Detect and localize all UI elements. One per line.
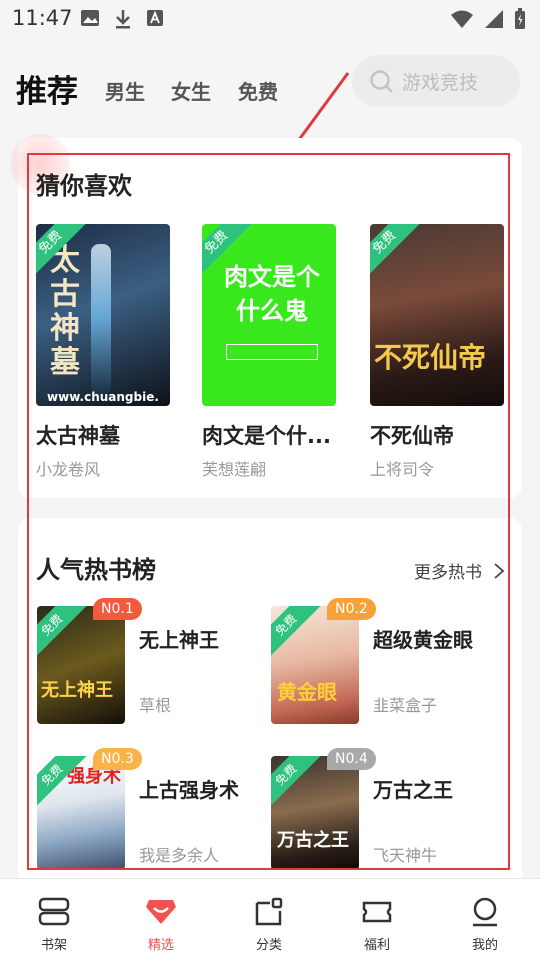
book-cover[interactable]: 黄金眼 免费	[271, 606, 359, 724]
signal-icon	[485, 10, 503, 28]
book-title: 超级黄金眼	[373, 628, 473, 652]
book-cover[interactable]: 不死仙帝 免费	[370, 224, 504, 406]
tab-recommend[interactable]: 推荐	[16, 66, 78, 111]
status-time: 11:47	[12, 6, 73, 30]
book-author: 草根	[139, 696, 172, 715]
cover-title: 万古之王	[277, 830, 349, 851]
book-cover[interactable]: 强身术 免费	[37, 756, 125, 870]
nav-welfare[interactable]: 福利	[337, 879, 417, 961]
nav-label: 分类	[255, 938, 282, 953]
more-label: 更多热书	[414, 563, 482, 583]
wifi-icon	[451, 10, 473, 28]
rank-badge: N0.2	[327, 598, 376, 620]
bottom-nav: 书架 精选 分类 福利 我的	[0, 878, 540, 961]
book-title: 上古强身术	[139, 778, 239, 802]
section-title: 人气热书榜	[36, 556, 156, 584]
nav-label: 精选	[147, 938, 174, 953]
chevron-right-icon	[494, 563, 505, 579]
book-title: 无上神王	[139, 628, 219, 652]
book-cover[interactable]: 太古神墓 www.chuangbie. 免费	[36, 224, 170, 406]
nav-category[interactable]: 分类	[229, 879, 309, 961]
book-author: 我是多余人	[139, 846, 220, 865]
battery-icon	[515, 8, 525, 29]
cover-title: 黄金眼	[277, 680, 337, 704]
book-cover[interactable]: 万古之王 免费	[271, 756, 359, 870]
cover-url: www.chuangbie.	[47, 390, 159, 404]
nav-bookshelf[interactable]: 书架	[14, 879, 94, 961]
download-icon	[116, 10, 130, 29]
cover-title: 太古神墓	[50, 243, 80, 380]
bookshelf-icon	[38, 897, 70, 926]
book-cover[interactable]: 肉文是个什么鬼 免费	[202, 224, 336, 406]
rank-badge: N0.3	[93, 748, 142, 770]
tab-female[interactable]: 女生	[171, 76, 211, 105]
cover-decoration	[226, 344, 318, 360]
category-icon	[255, 897, 283, 926]
book-title: 万古之王	[373, 778, 453, 802]
book-author: 上将司令	[370, 460, 435, 479]
nav-label: 书架	[40, 938, 67, 953]
book-title: 太古神墓	[36, 424, 120, 448]
book-title: 肉文是个什...	[202, 424, 331, 448]
tab-male[interactable]: 男生	[105, 76, 145, 105]
nav-featured[interactable]: 精选	[121, 879, 201, 961]
book-author: 芙想莲翩	[202, 460, 267, 479]
book-author: 韭菜盒子	[373, 696, 438, 715]
book-author: 小龙卷风	[36, 460, 101, 479]
search-icon	[370, 70, 393, 93]
search-placeholder: 游戏竞技	[402, 72, 479, 94]
section-title: 猜你喜欢	[36, 172, 132, 200]
profile-icon	[473, 897, 497, 927]
cover-title: 不死仙帝	[374, 341, 487, 374]
nav-label: 福利	[363, 938, 390, 953]
more-hot-books-link[interactable]: 更多热书	[414, 558, 505, 583]
rank-badge: N0.4	[327, 748, 376, 770]
font-a-icon	[147, 10, 163, 26]
status-bar: 11:47	[0, 0, 540, 38]
image-icon	[81, 10, 99, 26]
featured-icon	[146, 900, 176, 924]
rank-badge: N0.1	[93, 598, 142, 620]
book-author: 飞天神牛	[373, 846, 438, 865]
book-title: 不死仙帝	[370, 424, 454, 448]
cover-title: 肉文是个什么鬼	[224, 263, 320, 325]
search-input[interactable]: 游戏竞技	[352, 55, 520, 107]
cover-title: 无上神王	[41, 680, 113, 701]
nav-profile[interactable]: 我的	[445, 879, 525, 961]
book-cover[interactable]: 无上神王 免费	[37, 606, 125, 724]
ticket-icon	[362, 901, 392, 923]
guess-you-like-section: 猜你喜欢 太古神墓 www.chuangbie. 免费 太古神墓 小龙卷风 肉文…	[10, 134, 522, 498]
nav-label: 我的	[471, 938, 498, 953]
